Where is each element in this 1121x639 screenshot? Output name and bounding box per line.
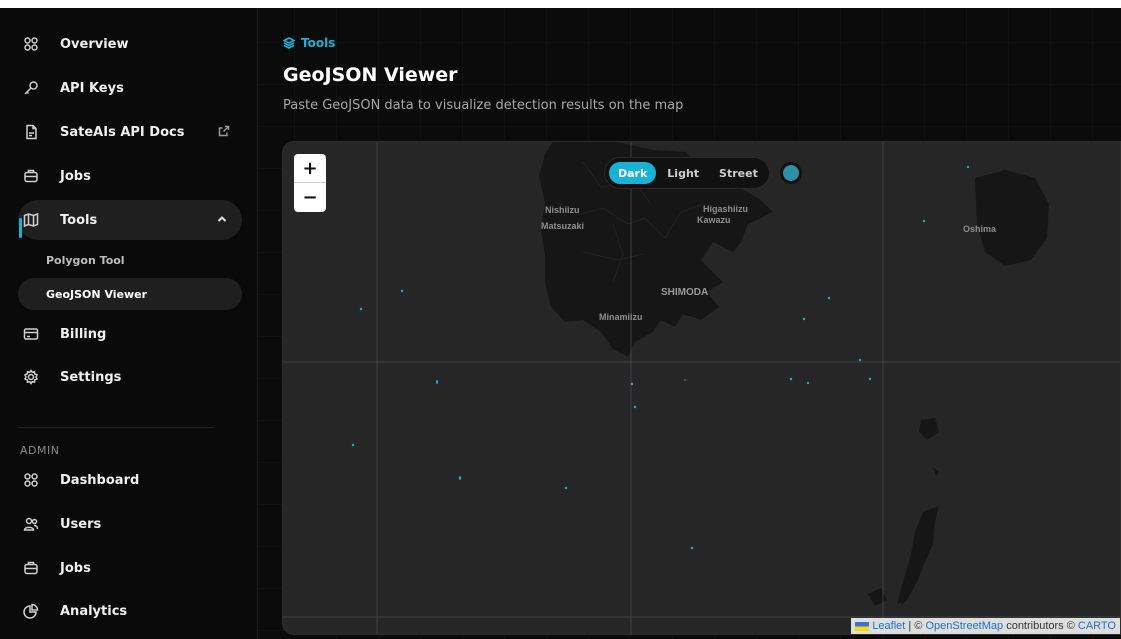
sidebar-item-billing[interactable]: Billing <box>18 314 242 354</box>
place-label-nishiizu: Nishiizu <box>545 205 580 215</box>
pie-chart-icon <box>22 602 40 620</box>
sidebar-item-dashboard[interactable]: Dashboard <box>18 460 242 500</box>
map-icon <box>22 211 40 229</box>
sidebar-item-settings[interactable]: Settings <box>18 357 242 397</box>
sidebar-item-label: SateAIs API Docs <box>60 124 185 140</box>
sidebar-item-admin-jobs[interactable]: Jobs <box>18 548 242 588</box>
layers-icon <box>283 37 301 49</box>
sidebar: Overview API Keys SateAIs API Docs Jobs … <box>0 8 258 639</box>
layer-color-picker[interactable] <box>780 162 802 184</box>
style-dark-button[interactable]: Dark <box>609 162 657 184</box>
sidebar-item-label: Settings <box>60 369 122 385</box>
rock-islet <box>933 467 939 476</box>
sidebar-item-users[interactable]: Users <box>18 504 242 544</box>
credit-card-icon <box>22 325 40 343</box>
briefcase-icon <box>22 559 40 577</box>
external-link-icon <box>218 125 230 141</box>
sidebar-subitem-label: Polygon Tool <box>46 253 125 267</box>
grid-icon <box>22 35 40 53</box>
grid-icon <box>22 471 40 489</box>
breadcrumb[interactable]: Tools <box>283 36 335 50</box>
place-label-oshima: Oshima <box>963 224 997 234</box>
color-swatch <box>783 165 799 181</box>
window-top-strip <box>0 0 1121 8</box>
attribution-separator: | © <box>905 620 926 632</box>
map-attribution: Leaflet | © OpenStreetMap contributors ©… <box>851 618 1120 634</box>
breadcrumb-label: Tools <box>301 36 336 50</box>
document-icon <box>22 123 40 141</box>
sidebar-subitem-label: GeoJSON Viewer <box>46 287 148 301</box>
openstreetmap-link[interactable]: OpenStreetMap <box>925 620 1003 632</box>
key-icon <box>22 79 40 97</box>
sidebar-item-label: Billing <box>60 326 107 342</box>
sidebar-item-label: Analytics <box>60 603 128 619</box>
attribution-contributors: contributors © <box>1003 620 1078 632</box>
small-island <box>919 418 939 440</box>
style-light-button[interactable]: Light <box>658 162 708 184</box>
sidebar-item-tools[interactable]: Tools <box>18 200 242 240</box>
leaflet-link[interactable]: Leaflet <box>872 620 905 632</box>
sidebar-item-label: Users <box>60 516 102 532</box>
place-label-higashiizu: Higashiizu <box>703 204 749 214</box>
sidebar-item-label: Jobs <box>60 168 91 184</box>
sidebar-item-label: Overview <box>60 36 129 52</box>
sidebar-item-overview[interactable]: Overview <box>18 24 242 64</box>
page-subtitle: Paste GeoJSON data to visualize detectio… <box>283 98 684 113</box>
place-label-kawazu: Kawazu <box>697 215 731 225</box>
oshima-island <box>975 170 1049 266</box>
sidebar-item-label: Dashboard <box>60 472 140 488</box>
long-island <box>897 506 939 604</box>
small-island <box>868 588 887 606</box>
place-label-minamiizu: Minamiizu <box>599 312 643 322</box>
sidebar-divider <box>18 427 214 428</box>
zoom-control: + − <box>294 154 326 212</box>
sidebar-subitem-geojson-viewer[interactable]: GeoJSON Viewer <box>18 278 242 310</box>
sidebar-item-label: API Keys <box>60 80 124 96</box>
users-icon <box>22 515 40 533</box>
sidebar-item-label: Tools <box>60 212 98 228</box>
place-label-matsuzaki: Matsuzaki <box>541 221 585 231</box>
briefcase-icon <box>22 167 40 185</box>
sidebar-item-analytics[interactable]: Analytics <box>18 591 242 631</box>
active-indicator <box>19 218 22 238</box>
sidebar-subitem-polygon-tool[interactable]: Polygon Tool <box>18 244 242 276</box>
carto-link[interactable]: CARTO <box>1078 620 1116 632</box>
admin-section-label: ADMIN <box>20 444 60 457</box>
zoom-in-button[interactable]: + <box>294 154 326 183</box>
map-canvas[interactable]: Nishiizu Matsuzaki Higashiizu Kawazu SHI… <box>282 141 1121 635</box>
chevron-up-icon <box>216 213 228 229</box>
sidebar-item-label: Jobs <box>60 560 91 576</box>
gear-icon <box>22 368 40 386</box>
sidebar-item-api-docs[interactable]: SateAIs API Docs <box>18 112 242 152</box>
sidebar-item-api-keys[interactable]: API Keys <box>18 68 242 108</box>
place-label-shimoda: SHIMODA <box>661 287 709 298</box>
style-street-button[interactable]: Street <box>710 162 767 184</box>
sidebar-item-jobs[interactable]: Jobs <box>18 156 242 196</box>
zoom-out-button[interactable]: − <box>294 183 326 212</box>
ukraine-flag-icon <box>855 621 870 631</box>
map-style-switcher: Dark Light Street <box>604 157 770 189</box>
page-title: GeoJSON Viewer <box>283 64 458 86</box>
